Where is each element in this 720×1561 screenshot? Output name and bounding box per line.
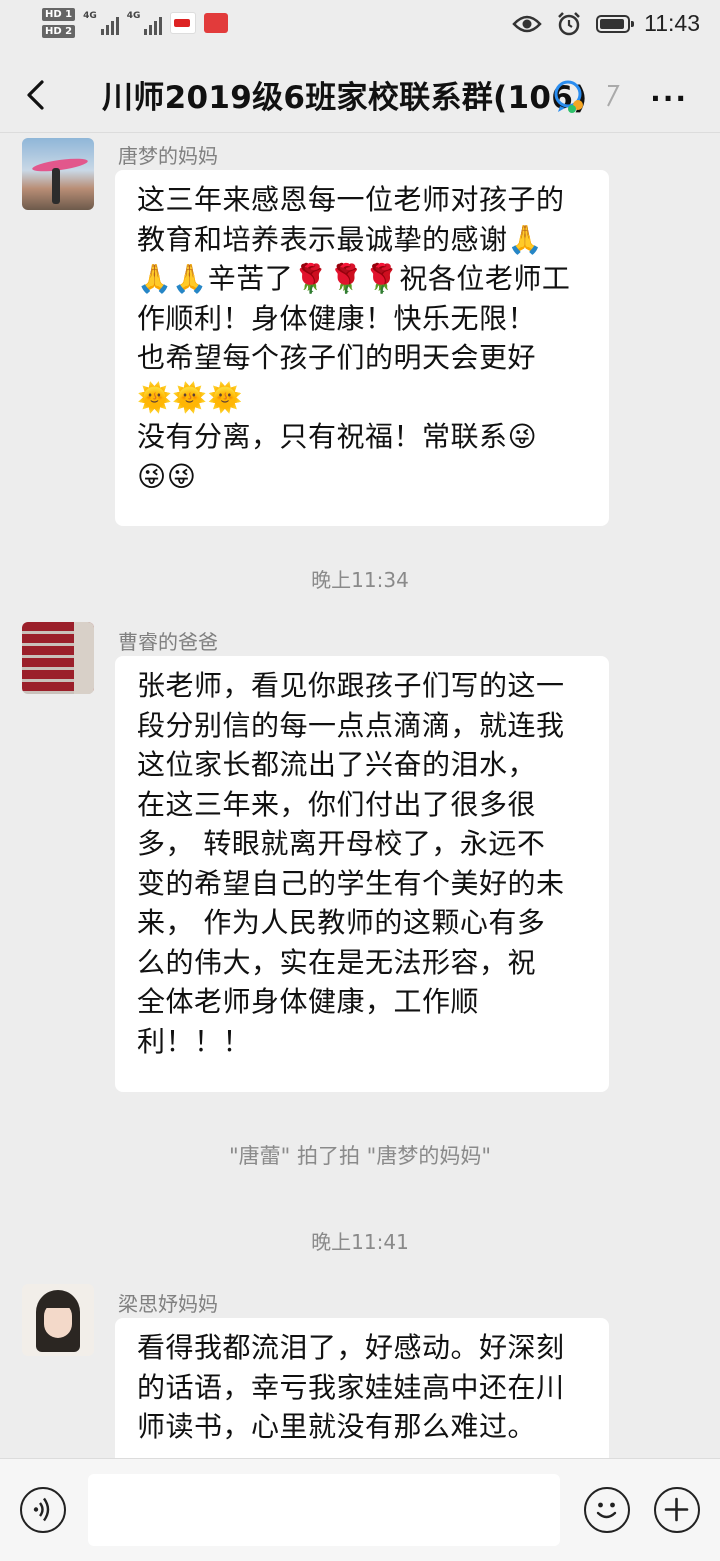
message-line: 作顺利！身体健康！快乐无限！ [137,301,537,335]
status-left: HD 1 HD 2 4G 4G [42,8,229,38]
partial-icon [607,85,620,107]
pat-notice: "唐蕾" 拍了拍 "唐梦的妈妈" [229,1144,491,1168]
message-line: 看得我都流泪了，好感动。好深刻 [137,1331,565,1364]
input-bar [0,1458,720,1561]
chat-title: 川师2019级6班家校联系群(106) [102,80,588,116]
message-line: 全体老师身体健康，工作顺 [137,985,480,1018]
avatar[interactable] [22,622,94,694]
eye-icon [512,15,542,32]
qq-badge-icon [554,80,583,113]
message-line: 张老师，看见你跟孩子们写的这一 [137,669,565,702]
message-input[interactable] [88,1474,560,1546]
avatar[interactable] [22,1284,94,1356]
message-line: 师读书，心里就没有那么难过。 [137,1410,537,1443]
battery-icon [596,14,635,33]
message-line: 这三年来感恩每一位老师对孩子的 [137,183,565,216]
message-bubble[interactable]: 看得我都流泪了，好感动。好深刻 的话语，幸亏我家娃娃高中还在川 师读书，心里就没… [115,1318,609,1468]
message-bubble[interactable]: 这三年来感恩每一位老师对孩子的 教育和培养表示最诚挚的感谢🙏 🙏🙏辛苦了🌹🌹🌹祝… [115,170,609,526]
sender-name: 梁思妤妈妈 [118,1292,218,1316]
status-bar: HD 1 HD 2 4G 4G 11:43 [0,0,720,56]
hd1-badge: HD 1 [42,8,76,21]
voice-icon[interactable] [20,1487,66,1533]
plus-icon[interactable] [654,1487,700,1533]
message-line: 利！！！ [137,1024,252,1058]
chevron-left-icon[interactable] [20,78,54,112]
message-line: 在这三年来，你们付出了很多很 [137,787,537,821]
signal-icon-1: 4G [83,11,119,35]
message-line: 段分别信的每一点点滴滴，就连我 [137,708,565,742]
message-line: 这位家长都流出了兴奋的泪水， [137,748,537,781]
more-dots-icon[interactable]: ··· [650,82,688,115]
message-line: 😜😜 [137,459,197,493]
chat-header: 川师2019级6班家校联系群(106) ··· [0,58,720,133]
message-line: 来， 作为人民教师的这颗心有多 [137,906,546,939]
emoji-icon[interactable] [584,1487,630,1533]
voice-glyph [33,1497,50,1522]
message-line: 多， 转眼就离开母校了，永远不 [137,827,546,860]
avatar[interactable] [22,138,94,210]
message-line: 没有分离，只有祝福！常联系😜 [137,420,538,453]
plus-glyph [664,1497,689,1522]
message-line: 教育和培养表示最诚挚的感谢🙏 [137,222,543,256]
alarm-icon [558,11,581,35]
signal-icon-2: 4G [127,11,163,35]
notification-app-icon [170,12,197,34]
status-right: 11:43 [512,10,700,37]
hd-badges: HD 1 HD 2 [42,8,76,38]
emoji-glyph [596,1502,617,1519]
message-line: 变的希望自己的学生有个美好的未 [137,866,565,900]
message-bubble[interactable]: 张老师，看见你跟孩子们写的这一 段分别信的每一点点滴滴，就连我 这位家长都流出了… [115,656,609,1092]
message-line: 🌞🌞🌞 [137,380,244,414]
status-time: 11:43 [644,10,700,36]
timestamp: 晚上11:34 [311,568,409,592]
message-line: 🙏🙏辛苦了🌹🌹🌹祝各位老师工 [137,262,571,295]
sender-name: 曹睿的爸爸 [118,630,218,654]
timestamp: 晚上11:41 [311,1230,409,1254]
hd2-badge: HD 2 [42,25,76,38]
sender-name: 唐梦的妈妈 [118,144,218,168]
message-line: 的话语，幸亏我家娃娃高中还在川 [137,1370,565,1404]
notification-app-icon-2 [204,13,229,33]
message-line: 么的伟大，实在是无法形容，祝 [137,945,537,979]
message-line: 也希望每个孩子们的明天会更好 [137,341,537,374]
